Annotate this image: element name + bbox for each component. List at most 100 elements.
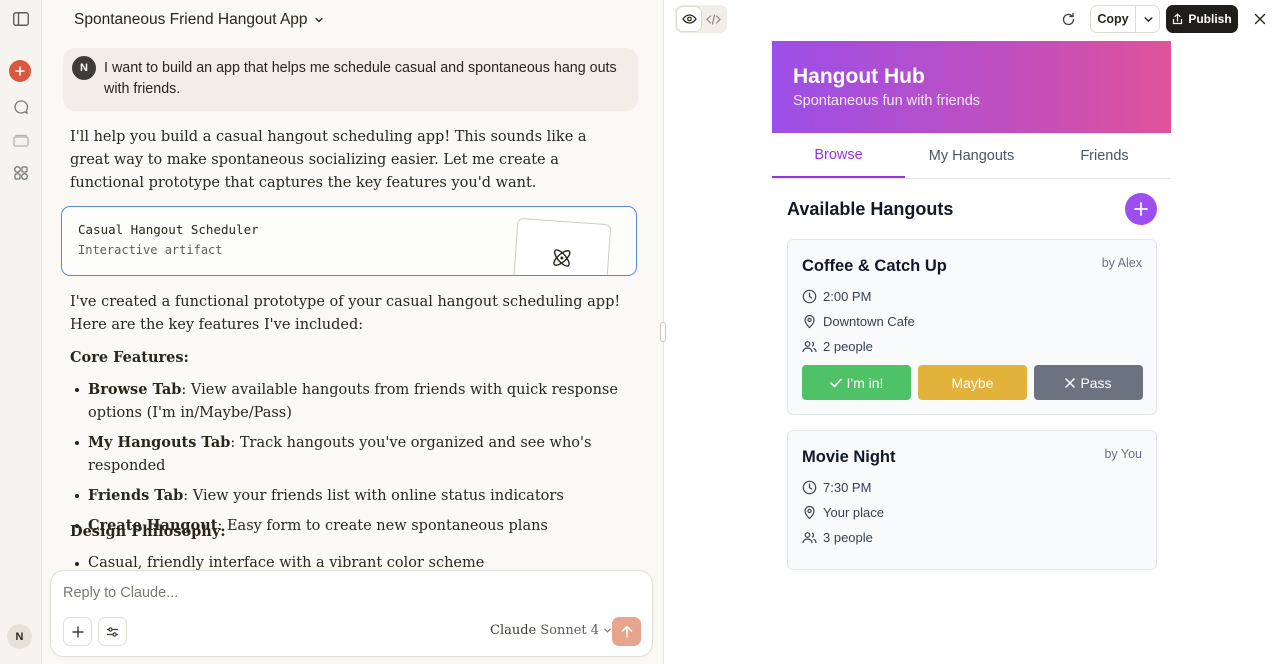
hangout-place-row: Downtown Cafe [802,312,915,330]
clock-icon [802,480,817,494]
hangout-place: Downtown Cafe [823,313,915,329]
pass-button[interactable]: Pass [1034,365,1143,400]
eye-icon [681,14,697,24]
account-avatar[interactable]: N [7,624,32,649]
chevron-down-icon [604,628,611,633]
artifact-subtitle: Interactive artifact [78,243,223,257]
new-chat-button[interactable] [9,60,31,82]
model-brand: Claude [490,623,537,638]
atom-icon [553,249,571,267]
sidebar-toggle-icon[interactable] [9,7,33,31]
user-message-text: I want to build an app that helps me sch… [104,60,617,97]
tab-friends[interactable]: Friends [1038,133,1171,178]
hangout-time: 2:00 PM [823,288,872,304]
left-rail: N [0,0,42,664]
map-pin-icon [804,505,815,519]
list-item: My Hangouts Tab: Track hangouts you've o… [70,431,630,478]
chat-panel: Spontaneous Friend Hangout App N I want … [42,0,663,664]
close-artifact-button[interactable] [1250,9,1270,29]
add-hangout-button[interactable] [1125,193,1157,225]
hangout-people: 2 people [823,338,873,354]
code-icon [705,13,721,25]
view-toggle [675,5,727,33]
share-icon [1173,13,1183,25]
copy-group: Copy [1090,5,1160,33]
arrow-up-icon [621,625,632,638]
hangout-time-row: 7:30 PM [802,478,871,496]
map-pin-icon [804,314,815,328]
hangout-place-row: Your place [802,503,884,521]
refresh-button[interactable] [1058,9,1078,29]
search-chats-icon[interactable] [9,95,33,119]
model-name: Sonnet 4 [540,623,600,638]
feature-desc: : View your friends list with online sta… [183,488,564,504]
artifact-title: Casual Hangout Scheduler [78,222,259,237]
list-item: Friends Tab: View your friends list with… [70,484,630,508]
resize-handle[interactable] [660,322,666,342]
tools-button[interactable] [98,617,127,646]
tab-my-hangouts[interactable]: My Hangouts [905,133,1038,178]
feature-name: Friends Tab [88,487,184,504]
users-icon [802,340,817,352]
chevron-down-icon [1143,16,1153,22]
maybe-button[interactable]: Maybe [918,365,1027,400]
publish-button[interactable]: Publish [1166,5,1238,33]
section-title: Available Hangouts [787,199,954,219]
user-avatar: N [72,56,96,80]
code-toggle[interactable] [701,7,725,31]
reply-composer: Claude Sonnet 4 [50,570,653,657]
list-item: Browse Tab: View available hangouts from… [70,378,630,425]
app-header: Hangout Hub Spontaneous fun with friends [772,41,1171,133]
hangout-card[interactable]: Coffee & Catch Up by Alex 2:00 PM Downto… [787,239,1157,415]
refresh-icon [1062,12,1074,25]
hangout-time-row: 2:00 PM [802,287,871,305]
close-icon [1254,13,1266,25]
core-features-heading: Core Features: [70,349,189,366]
hangout-organizer: by Alex [1101,256,1142,270]
publish-label: Publish [1188,12,1232,26]
tab-browse[interactable]: Browse [772,133,905,178]
feature-name: My Hangouts Tab [88,434,231,451]
chat-title-menu[interactable]: Spontaneous Friend Hangout App [74,10,324,30]
hangout-app-preview: Hangout Hub Spontaneous fun with friends… [772,41,1171,581]
copy-options-button[interactable] [1136,6,1160,32]
preview-toggle[interactable] [677,7,701,31]
copy-button[interactable]: Copy [1091,6,1136,32]
clock-icon [802,289,817,303]
hangout-organizer: by You [1104,447,1142,461]
chevron-down-icon [314,17,323,23]
projects-icon[interactable] [9,128,33,152]
chat-title: Spontaneous Friend Hangout App [74,11,308,28]
x-icon [1065,377,1076,388]
check-icon [829,378,842,387]
hangout-people: 3 people [823,529,873,545]
app-title: Hangout Hub [793,65,925,88]
hangout-title: Coffee & Catch Up [802,257,947,275]
hangout-time: 7:30 PM [823,479,872,495]
im-in-label: I'm in! [846,374,884,391]
plus-icon [71,625,84,638]
send-button[interactable] [612,617,641,646]
hangout-title: Movie Night [802,448,896,466]
assistant-summary: I've created a functional prototype of y… [70,294,621,333]
design-heading: Design Philosophy: [70,523,226,540]
artifact-thumbnail [512,217,612,275]
assistant-intro: I'll help you build a casual hangout sch… [70,129,587,191]
model-selector[interactable]: Claude Sonnet 4 [490,623,612,638]
hangout-card[interactable]: Movie Night by You 7:30 PM Your place 3 … [787,430,1157,570]
artifacts-icon[interactable] [9,161,33,185]
hangout-people-row: 2 people [802,337,873,355]
im-in-button[interactable]: I'm in! [802,365,911,400]
app-tabs: Browse My Hangouts Friends [772,133,1171,179]
hangout-place: Your place [823,504,884,520]
sliders-icon [107,626,118,637]
hangout-people-row: 3 people [802,528,873,546]
feature-name: Browse Tab [88,381,182,398]
attach-button[interactable] [63,617,92,646]
artifact-card[interactable]: Casual Hangout Scheduler Interactive art… [61,206,637,276]
plus-icon [1134,202,1148,216]
reply-input[interactable] [63,585,623,601]
pass-label: Pass [1080,374,1112,391]
feature-desc: : Easy form to create new spontaneous pl… [217,518,548,534]
app-subtitle: Spontaneous fun with friends [793,93,981,109]
